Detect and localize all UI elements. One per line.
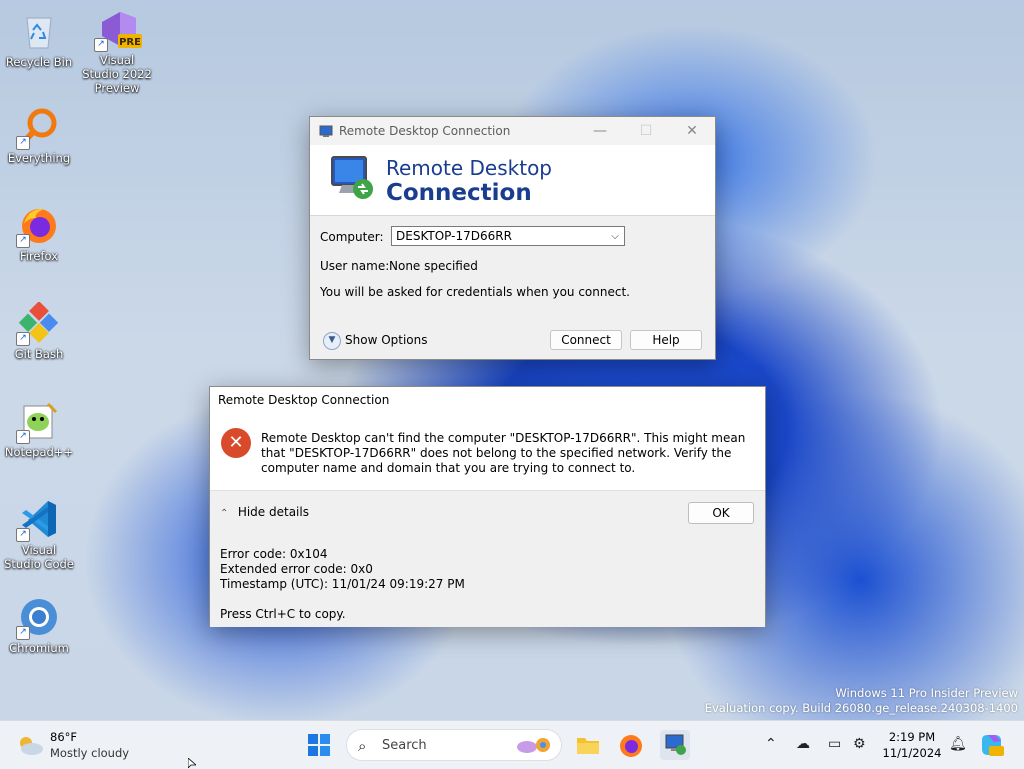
weather-condition: Mostly cloudy — [50, 746, 130, 760]
firefox-icon: ↗ — [16, 204, 60, 248]
desktop-icon-firefox[interactable]: ↗ Firefox — [3, 204, 75, 263]
expand-options-icon[interactable]: ▼ — [323, 332, 341, 350]
computer-combobox[interactable]: DESKTOP-17D66RR ⌵ — [391, 226, 625, 246]
notepad-plus-plus-icon: ↗ — [16, 400, 60, 444]
desktop-icon-label: Recycle Bin — [5, 55, 73, 69]
extended-error-code: Extended error code: 0x0 — [220, 562, 373, 576]
notification-icon[interactable]: 🔔︎ — [949, 736, 967, 752]
hide-details-label: Hide details — [237, 505, 309, 519]
error-timestamp: Timestamp (UTC): 11/01/24 09:19:27 PM — [220, 577, 465, 591]
weather-temperature: 86°F — [50, 730, 77, 744]
shortcut-arrow-icon: ↗ — [16, 430, 30, 444]
copy-hint: Press Ctrl+C to copy. — [220, 607, 346, 621]
vscode-icon: ↗ — [16, 498, 60, 542]
help-button[interactable]: Help — [630, 330, 702, 350]
desktop-icon-label: Everything — [7, 151, 71, 165]
mouse-cursor-icon — [188, 758, 196, 768]
clock-time: 2:19 PM — [888, 730, 936, 744]
show-options-link[interactable]: Show Options — [345, 333, 428, 347]
desktop-icon-label: Notepad++ — [4, 445, 74, 459]
chevron-up-icon: ⌃ — [220, 508, 229, 519]
file-explorer-icon[interactable] — [573, 730, 603, 760]
desktop-icon-label: Visual Studio 2022 Preview — [82, 53, 152, 95]
search-highlight-icon — [517, 738, 550, 753]
rdc-window-title: Remote Desktop Connection — [339, 124, 511, 138]
recycle-bin-icon — [18, 10, 60, 52]
remote-desktop-icon — [319, 125, 333, 137]
shortcut-arrow-icon: ↗ — [16, 234, 30, 248]
error-code: Error code: 0x104 — [220, 547, 328, 561]
shortcut-arrow-icon: ↗ — [16, 626, 30, 640]
git-bash-icon: ↗ — [16, 301, 60, 346]
connect-button[interactable]: Connect — [550, 330, 622, 350]
desktop-icon-label: Chromium — [9, 641, 69, 655]
watermark-line1: Windows 11 Pro Insider Preview — [835, 686, 1018, 700]
firefox-taskbar-icon[interactable] — [616, 730, 646, 760]
desktop-icon-label: Git Bash — [14, 347, 64, 361]
network-icon[interactable]: ⚙ — [853, 736, 866, 752]
taskbar: 86°F Mostly cloudy ⌕ Search ⌃ ☁ ▭ ⚙ 2:19… — [0, 720, 1024, 769]
desktop-icon-git-bash[interactable]: ↗ Git Bash — [3, 301, 75, 361]
chevron-down-icon[interactable]: ⌵ — [606, 231, 624, 242]
error-message: Remote Desktop can't find the computer "… — [261, 431, 746, 475]
clock-date: 11/1/2024 — [882, 746, 942, 760]
svg-text:PRE: PRE — [119, 37, 141, 48]
remote-desktop-taskbar-button[interactable] — [660, 730, 690, 760]
banner-title-line2: Connection — [386, 180, 532, 206]
display-icon[interactable]: ▭ — [828, 736, 841, 752]
rdc-titlebar[interactable]: Remote Desktop Connection — ☐ ✕ — [310, 117, 715, 145]
search-icon: ⌕ — [358, 737, 367, 755]
taskbar-search-box[interactable]: ⌕ Search — [346, 729, 562, 761]
desktop-icon-label: Firefox — [19, 249, 59, 263]
desktop-icon-label: Visual Studio Code — [4, 543, 74, 571]
username-label: User name: — [320, 259, 390, 273]
credentials-note: You will be asked for credentials when y… — [320, 285, 630, 299]
taskbar-clock[interactable]: 2:19 PM 11/1/2024 — [878, 729, 946, 761]
desktop-icon-notepad-plus-plus[interactable]: ↗ Notepad++ — [3, 400, 75, 459]
remote-desktop-icon — [665, 734, 686, 755]
shortcut-arrow-icon: ↗ — [16, 136, 30, 150]
search-placeholder: Search — [382, 738, 427, 753]
chromium-icon: ↗ — [16, 596, 60, 640]
onedrive-icon[interactable]: ☁ — [796, 736, 810, 752]
visual-studio-icon: PRE ↗ — [94, 8, 142, 52]
hide-details-toggle[interactable]: ⌃ Hide details — [220, 505, 309, 519]
rdc-banner: Remote Desktop Connection — [310, 145, 715, 216]
close-button[interactable]: ✕ — [669, 117, 715, 145]
banner-title-line1: Remote Desktop — [386, 156, 553, 180]
desktop-icon-visual-studio[interactable]: PRE ↗ Visual Studio 2022 Preview — [81, 8, 153, 95]
desktop-icon-everything[interactable]: ↗ Everything — [3, 106, 75, 165]
error-details-panel: ⌃ Hide details OK Error code: 0x104 Exte… — [210, 490, 765, 627]
maximize-button[interactable]: ☐ — [623, 117, 669, 145]
shortcut-arrow-icon: ↗ — [16, 332, 30, 346]
rdc-window: Remote Desktop Connection — ☐ ✕ Remote D… — [309, 116, 716, 360]
username-value: None specified — [389, 259, 478, 273]
desktop-icon-recycle-bin[interactable]: Recycle Bin — [3, 10, 75, 69]
error-icon: ✕ — [221, 428, 251, 458]
shortcut-arrow-icon: ↗ — [94, 38, 108, 52]
computer-label: Computer: — [320, 230, 384, 244]
error-dialog-title[interactable]: Remote Desktop Connection — [210, 387, 765, 413]
cloudy-weather-icon — [20, 737, 43, 755]
error-dialog: Remote Desktop Connection ✕ Remote Deskt… — [209, 386, 766, 627]
start-icon[interactable] — [307, 733, 331, 757]
desktop-icon-vscode[interactable]: ↗ Visual Studio Code — [3, 498, 75, 571]
remote-desktop-logo-icon — [331, 156, 373, 199]
copilot-icon[interactable] — [979, 732, 1005, 758]
desktop-icon-chromium[interactable]: ↗ Chromium — [3, 596, 75, 655]
watermark-line2: Evaluation copy. Build 26080.ge_release.… — [704, 701, 1018, 715]
computer-value: DESKTOP-17D66RR — [396, 229, 512, 243]
shortcut-arrow-icon: ↗ — [16, 528, 30, 542]
ok-button[interactable]: OK — [688, 502, 754, 524]
minimize-button[interactable]: — — [577, 117, 623, 145]
everything-search-icon: ↗ — [16, 106, 60, 150]
chevron-up-icon[interactable]: ⌃ — [765, 736, 777, 752]
